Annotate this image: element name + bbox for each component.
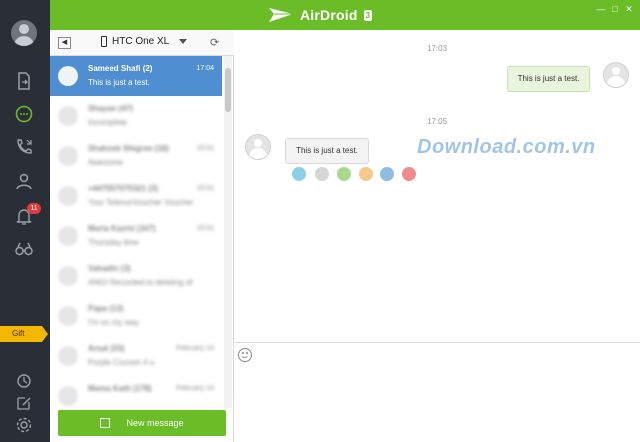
conversation-item[interactable]: Shayan (47) Incomplete: [50, 96, 222, 136]
brand: AirDroid 3: [268, 5, 373, 25]
history-icon[interactable]: [13, 370, 35, 392]
conversation-time: February 14: [176, 385, 214, 392]
watermark-dot: [337, 167, 351, 181]
watermark-dot: [380, 167, 394, 181]
app-name: AirDroid: [300, 7, 358, 23]
new-message-label: New message: [126, 418, 184, 428]
conversation-preview: Your TelenorVoucher Voucher: [88, 198, 194, 207]
watermark: Download.com.vn: [417, 136, 596, 158]
conversation-preview: Purple Cocoon 4 u: [88, 358, 155, 367]
contact-avatar: [58, 306, 78, 326]
timestamp: 17:05: [427, 117, 448, 126]
contacts-icon[interactable]: [13, 170, 35, 192]
notification-count-badge: 11: [27, 203, 41, 214]
conversation-name: Maria Kazmi (167): [88, 224, 156, 233]
emoji-icon[interactable]: [238, 348, 252, 362]
conversation-item[interactable]: +447557075321 (3) 15:01 Your TelenorVouche…: [50, 176, 222, 216]
refresh-icon[interactable]: ⟳: [210, 36, 219, 49]
conversation-list: Sameed Shafi (2) 17:04 This is just a test…: [50, 56, 234, 408]
edit-icon[interactable]: [13, 392, 35, 414]
chevron-down-icon[interactable]: [179, 39, 187, 44]
contact-avatar: [58, 266, 78, 286]
phone-icon: [101, 36, 107, 47]
contact-avatar: [58, 66, 78, 86]
messages-icon[interactable]: [13, 103, 35, 125]
outgoing-message-bubble: This is just a test.: [507, 66, 590, 92]
minimize-button[interactable]: —: [596, 4, 606, 14]
binoculars-icon[interactable]: [13, 238, 35, 260]
conversation-name: Vahadin (3): [88, 264, 131, 273]
settings-gear-icon[interactable]: [13, 414, 35, 436]
conversation-preview: I'm on my way: [88, 318, 139, 327]
contact-avatar: [58, 146, 78, 166]
scrollbar[interactable]: [224, 56, 232, 408]
conversation-name: Shayan (47): [88, 104, 133, 113]
conversation-name: +447557075321 (3): [88, 184, 159, 193]
conversation-time: 15:01: [196, 225, 214, 232]
conversation-preview: Awesome: [88, 158, 123, 167]
calls-icon[interactable]: [13, 136, 35, 158]
conversation-preview: ANGI Recorded to deleting of: [88, 278, 193, 287]
conversation-item[interactable]: Mama Katti (178) February 14: [50, 376, 222, 408]
conversation-item[interactable]: Maria Kazmi (167) 15:01 Thursday time: [50, 216, 222, 256]
timestamp: 17:03: [427, 44, 448, 53]
contact-avatar: [58, 186, 78, 206]
contact-avatar: [58, 226, 78, 246]
conversation-name: Sameed Shafi (2): [88, 64, 153, 73]
my-avatar: [603, 62, 629, 88]
chat-pane: 17:03 This is just a test. 17:05 This is…: [235, 30, 640, 442]
title-bar: AirDroid 3 — □ ✕: [50, 0, 640, 30]
conversation-name: Arsal (33): [88, 344, 125, 353]
conversation-preview: Incomplete: [88, 118, 128, 127]
collapse-button[interactable]: ◀: [58, 37, 71, 49]
watermark-dot: [359, 167, 373, 181]
scroll-thumb[interactable]: [225, 68, 231, 112]
file-transfer-icon[interactable]: [13, 70, 35, 92]
conversation-preview: This is just a test.: [88, 78, 150, 87]
conversation-time: February 14: [176, 345, 214, 352]
nav-rail: 11 Gift: [0, 0, 50, 442]
watermark-dot: [402, 167, 416, 181]
close-button[interactable]: ✕: [624, 4, 634, 14]
contact-avatar: [58, 106, 78, 126]
conversation-name: Papa (12): [88, 304, 124, 313]
conversation-name: Shahzeb Shigree (18): [88, 144, 169, 153]
airdroid-logo-icon: [269, 8, 293, 22]
incoming-message-bubble: This is just a test.: [285, 138, 369, 164]
watermark-dot: [315, 167, 329, 181]
user-avatar-icon[interactable]: [11, 20, 37, 46]
device-name[interactable]: HTC One XL: [112, 36, 169, 47]
contact-avatar: [58, 346, 78, 366]
gift-tag[interactable]: Gift: [0, 326, 48, 342]
conversation-pane: ◀ HTC One XL ⟳ Sameed Shafi (2) 17:04 This…: [50, 30, 234, 442]
device-selector-bar: ◀ HTC One XL ⟳: [50, 30, 234, 56]
app-version: 3: [363, 9, 373, 21]
maximize-button[interactable]: □: [610, 4, 620, 14]
conversation-preview: Thursday time: [88, 238, 139, 247]
conversation-time: 15:01: [196, 185, 214, 192]
conversation-item[interactable]: Sameed Shafi (2) 17:04 This is just a test…: [50, 56, 222, 96]
conversation-time: 15:01: [196, 145, 214, 152]
conversation-time: 17:04: [196, 65, 214, 72]
compose-icon: [100, 418, 111, 428]
new-message-button[interactable]: New message: [58, 410, 226, 436]
contact-avatar: [245, 134, 271, 160]
conversation-item[interactable]: Papa (12) I'm on my way: [50, 296, 222, 336]
conversation-item[interactable]: Arsal (33) February 14 Purple Cocoon 4 u: [50, 336, 222, 376]
conversation-item[interactable]: Vahadin (3) ANGI Recorded to deleting of: [50, 256, 222, 296]
message-composer[interactable]: [235, 342, 640, 442]
watermark-dot: [292, 167, 306, 181]
conversation-name: Mama Katti (178): [88, 384, 152, 393]
contact-avatar: [58, 386, 78, 406]
conversation-item[interactable]: Shahzeb Shigree (18) 15:01 Awesome: [50, 136, 222, 176]
